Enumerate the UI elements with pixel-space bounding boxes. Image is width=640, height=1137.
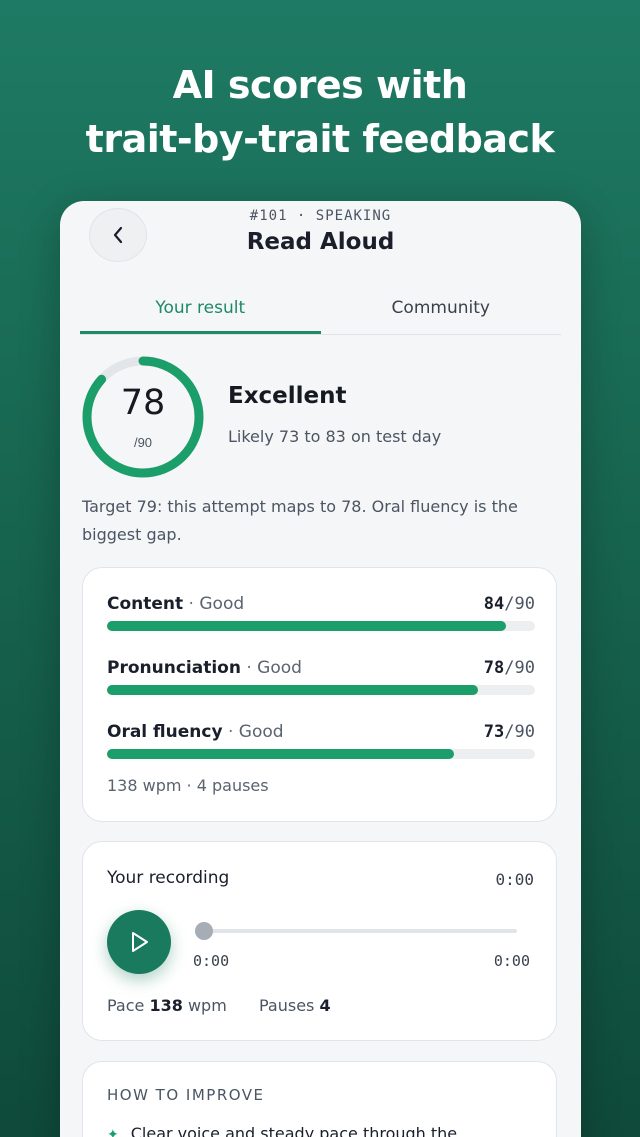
trait-bar-fill — [107, 621, 507, 631]
recording-stats: Pace 138 wpm Pauses 4 — [107, 996, 331, 1015]
trait-score: 78 — [483, 658, 505, 678]
pauses-label: Pauses — [258, 996, 315, 1015]
trait-oral-fluency: Oral fluency · Good 73/90 — [107, 722, 535, 772]
improve-title: HOW TO IMPROVE — [107, 1086, 265, 1104]
tip-text: Clear voice and steady pace through the — [130, 1124, 458, 1137]
improve-tip: ✦ Clear voice and steady pace through the — [107, 1124, 547, 1137]
result-summary: Target 79: this attempt maps to 78. Oral… — [82, 497, 518, 544]
playback-scrubber[interactable] — [197, 929, 517, 933]
recording-duration: 0:00 — [495, 870, 534, 889]
trait-bar-fill — [107, 749, 455, 759]
score-ring: 78 /90 — [81, 355, 205, 479]
tab-your-result[interactable]: Your result — [80, 287, 321, 334]
pace-value: 138 — [149, 996, 183, 1015]
recording-card: Your recording 0:00 0:00 0:00 Pace 138 w… — [82, 841, 557, 1041]
trait-name: Pronunciation — [107, 658, 241, 678]
play-icon — [132, 932, 148, 952]
scrubber-handle[interactable] — [195, 922, 213, 940]
trait-bar-track — [107, 685, 535, 695]
trait-score: 73 — [483, 722, 505, 742]
trait-score-max: /90 — [504, 658, 535, 678]
question-eyebrow: #101 · SPEAKING — [249, 208, 392, 224]
sparkle-icon: ✦ — [107, 1127, 119, 1137]
trait-bar-fill — [107, 685, 478, 695]
recording-title: Your recording — [107, 868, 230, 888]
headline-line-1: AI scores with — [172, 63, 468, 107]
playback-current-time: 0:00 — [193, 952, 230, 970]
trait-score-max: /90 — [504, 722, 535, 742]
trait-score: 84 — [483, 594, 505, 614]
play-button[interactable] — [107, 910, 171, 974]
trait-name: Oral fluency — [107, 722, 223, 742]
how-to-improve-card: HOW TO IMPROVE ✦ Clear voice and steady p… — [82, 1061, 557, 1137]
trait-level: Good — [238, 722, 284, 742]
page-title: Read Aloud — [246, 229, 395, 255]
pace-label: Pace — [107, 996, 145, 1015]
trait-pronunciation: Pronunciation · Good 78/90 — [107, 658, 535, 708]
result-tabs: Your result Community — [80, 287, 561, 335]
trait-level: Good — [199, 594, 245, 614]
trait-content: Content · Good 84/90 — [107, 594, 535, 644]
playback-end-time: 0:00 — [493, 952, 530, 970]
tab-community[interactable]: Community — [321, 287, 562, 334]
score-range: Likely 73 to 83 on test day — [228, 427, 442, 446]
fluency-note: 138 wpm · 4 pauses — [107, 776, 269, 795]
pace-unit: wpm — [187, 996, 227, 1015]
trait-score-max: /90 — [504, 594, 535, 614]
trait-scores-card: Content · Good 84/90 Pronunciation · Goo… — [82, 567, 557, 822]
trait-bar-track — [107, 749, 535, 759]
headline-line-2: trait-by-trait feedback — [85, 117, 555, 161]
trait-bar-track — [107, 621, 535, 631]
overall-score-max: /90 — [133, 435, 153, 450]
score-verdict: Excellent — [228, 383, 347, 409]
pauses-value: 4 — [319, 996, 331, 1015]
trait-level: Good — [257, 658, 302, 678]
headline: AI scores with trait-by-trait feedback — [0, 58, 640, 166]
overall-score: 78 — [120, 383, 166, 423]
phone-screen: #101 · SPEAKING Read Aloud Your result C… — [60, 201, 581, 1137]
trait-name: Content — [107, 594, 184, 614]
